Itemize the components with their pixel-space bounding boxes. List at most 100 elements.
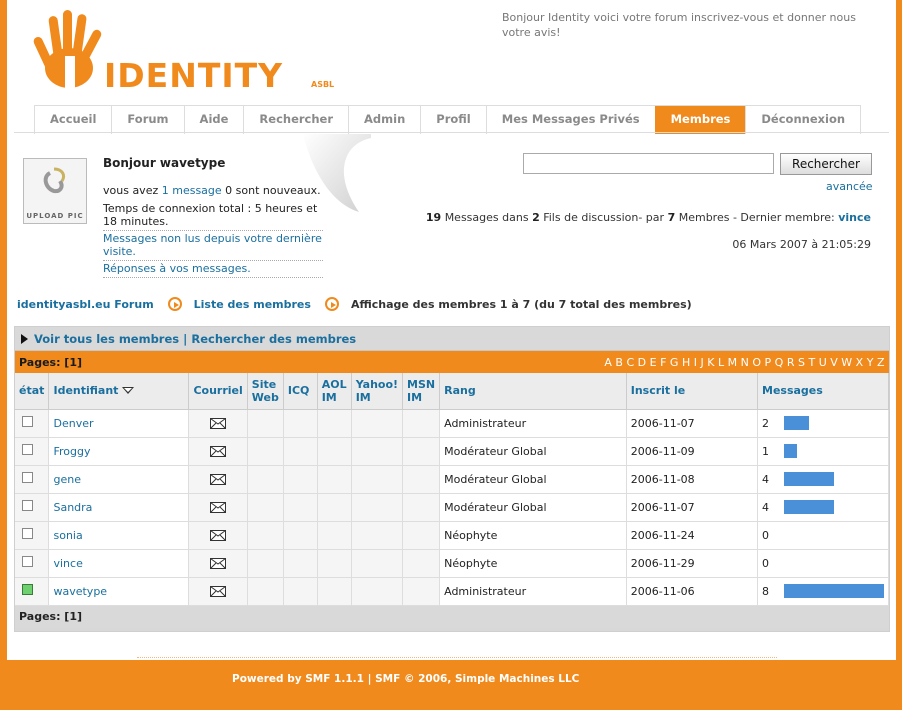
unread-link[interactable]: Messages non lus depuis votre dernière v…: [103, 232, 323, 261]
letter-link[interactable]: S: [798, 356, 805, 369]
col-icq[interactable]: ICQ: [283, 373, 318, 410]
menu-item-6[interactable]: Mes Messages Privés: [485, 106, 655, 134]
email-icon[interactable]: [210, 501, 227, 513]
search-members-link[interactable]: Rechercher des membres: [191, 332, 356, 346]
letter-link[interactable]: U: [819, 356, 828, 369]
table-row: vince Néophyte 2006-11-29 0: [15, 549, 889, 578]
table-row: Sandra Modérateur Global 2006-11-07 4: [15, 493, 889, 522]
members-table: état Identifiant Courriel Site Web ICQ A…: [15, 373, 889, 606]
col-name[interactable]: Identifiant: [48, 373, 190, 410]
letter-link[interactable]: P: [765, 356, 772, 369]
letter-link[interactable]: I: [694, 356, 698, 369]
collapse-arrow-icon[interactable]: [21, 333, 28, 344]
col-registered[interactable]: Inscrit le: [626, 373, 759, 410]
col-email[interactable]: Courriel: [188, 373, 248, 410]
letter-link[interactable]: T: [808, 356, 815, 369]
msn-cell: [402, 437, 441, 466]
col-website[interactable]: Site Web: [247, 373, 284, 410]
col-rank[interactable]: Rang: [439, 373, 627, 410]
view-all-members-link[interactable]: Voir tous les membres: [34, 332, 179, 346]
letter-link[interactable]: L: [718, 356, 725, 369]
menu-item-0[interactable]: Accueil: [34, 106, 112, 134]
member-link[interactable]: sonia: [53, 529, 82, 542]
pages-bottom[interactable]: Pages: [1]: [15, 605, 889, 628]
member-link[interactable]: gene: [53, 473, 81, 486]
email-icon[interactable]: [210, 557, 227, 569]
hand-logo-icon: [33, 10, 102, 88]
arrow-circle-icon: [324, 297, 339, 311]
messages-link[interactable]: 1 message: [162, 184, 222, 197]
member-link[interactable]: vince: [53, 557, 82, 570]
member-link[interactable]: Denver: [53, 417, 93, 430]
col-aol[interactable]: AOL IM: [317, 373, 352, 410]
letter-link[interactable]: H: [682, 356, 691, 369]
letter-link[interactable]: F: [660, 356, 667, 369]
logo-asbl: ASBL: [311, 80, 335, 89]
letter-link[interactable]: B: [615, 356, 623, 369]
col-status[interactable]: état: [15, 373, 50, 410]
website-cell: [247, 493, 284, 522]
replies-link[interactable]: Réponses à vos messages.: [103, 262, 323, 278]
status-indicator-icon: [22, 444, 33, 455]
letter-link[interactable]: Z: [877, 356, 885, 369]
letter-link[interactable]: A: [604, 356, 612, 369]
status-cell: [15, 493, 50, 522]
search-input[interactable]: [523, 153, 774, 174]
last-member-link[interactable]: vince: [838, 211, 871, 224]
breadcrumb-forum[interactable]: identityasbl.eu Forum: [17, 298, 154, 311]
menu-item-7[interactable]: Membres: [654, 106, 746, 134]
menu-item-4[interactable]: Admin: [348, 106, 421, 134]
member-link[interactable]: wavetype: [53, 585, 107, 598]
avatar[interactable]: UPLOAD PIC: [23, 158, 87, 224]
email-icon[interactable]: [210, 473, 227, 485]
email-cell: [188, 577, 248, 606]
page-frame: IDENTITY ASBL Bonjour Identity voici vot…: [7, 0, 896, 660]
col-yahoo[interactable]: Yahoo! IM: [351, 373, 404, 410]
member-link[interactable]: Froggy: [53, 445, 90, 458]
menu-item-1[interactable]: Forum: [111, 106, 184, 134]
member-link[interactable]: Sandra: [53, 501, 92, 514]
email-icon[interactable]: [210, 585, 227, 597]
letter-link[interactable]: E: [650, 356, 657, 369]
search-button[interactable]: Rechercher: [780, 153, 872, 175]
letter-link[interactable]: Y: [867, 356, 874, 369]
posts-count: 1: [762, 444, 769, 458]
registered-cell: 2006-11-24: [626, 521, 759, 550]
pages-label[interactable]: Pages: [1]: [19, 356, 82, 369]
email-icon[interactable]: [210, 445, 227, 457]
website-cell: [247, 521, 284, 550]
letter-link[interactable]: Q: [775, 356, 784, 369]
letter-link[interactable]: V: [830, 356, 838, 369]
email-icon[interactable]: [210, 417, 227, 429]
letter-link[interactable]: M: [728, 356, 738, 369]
posts-bar: [784, 472, 834, 486]
letter-link[interactable]: N: [741, 356, 750, 369]
letter-link[interactable]: W: [841, 356, 852, 369]
letter-link[interactable]: G: [670, 356, 679, 369]
pages-bar: Pages: [1] ABCDEFGHIJKLMNOPQRSTUVWXYZ: [15, 351, 889, 373]
menu-item-2[interactable]: Aide: [183, 106, 244, 134]
table-row: gene Modérateur Global 2006-11-08 4: [15, 465, 889, 494]
name-cell: Sandra: [48, 493, 190, 522]
letter-link[interactable]: K: [707, 356, 715, 369]
menu-item-3[interactable]: Rechercher: [243, 106, 349, 134]
email-cell: [188, 493, 248, 522]
site-logo[interactable]: IDENTITY ASBL: [29, 6, 349, 95]
name-cell: wavetype: [48, 577, 190, 606]
letter-link[interactable]: R: [787, 356, 795, 369]
breadcrumb-memberlist[interactable]: Liste des membres: [194, 298, 311, 311]
col-msn[interactable]: MSN IM: [402, 373, 441, 410]
menu-item-8[interactable]: Déconnexion: [745, 106, 862, 134]
footer-credits[interactable]: Powered by SMF 1.1.1 | SMF © 2006, Simpl…: [232, 673, 902, 685]
letter-link[interactable]: C: [626, 356, 634, 369]
letter-link[interactable]: O: [752, 356, 761, 369]
menu-item-5[interactable]: Profil: [420, 106, 486, 134]
col-posts[interactable]: Messages: [757, 373, 889, 410]
advanced-search-link[interactable]: avancée: [826, 180, 873, 193]
status-cell: [15, 577, 50, 606]
email-icon[interactable]: [210, 529, 227, 541]
letter-link[interactable]: X: [856, 356, 864, 369]
letter-link[interactable]: D: [638, 356, 647, 369]
rank-cell: Modérateur Global: [439, 437, 627, 466]
letter-link[interactable]: J: [700, 356, 704, 369]
